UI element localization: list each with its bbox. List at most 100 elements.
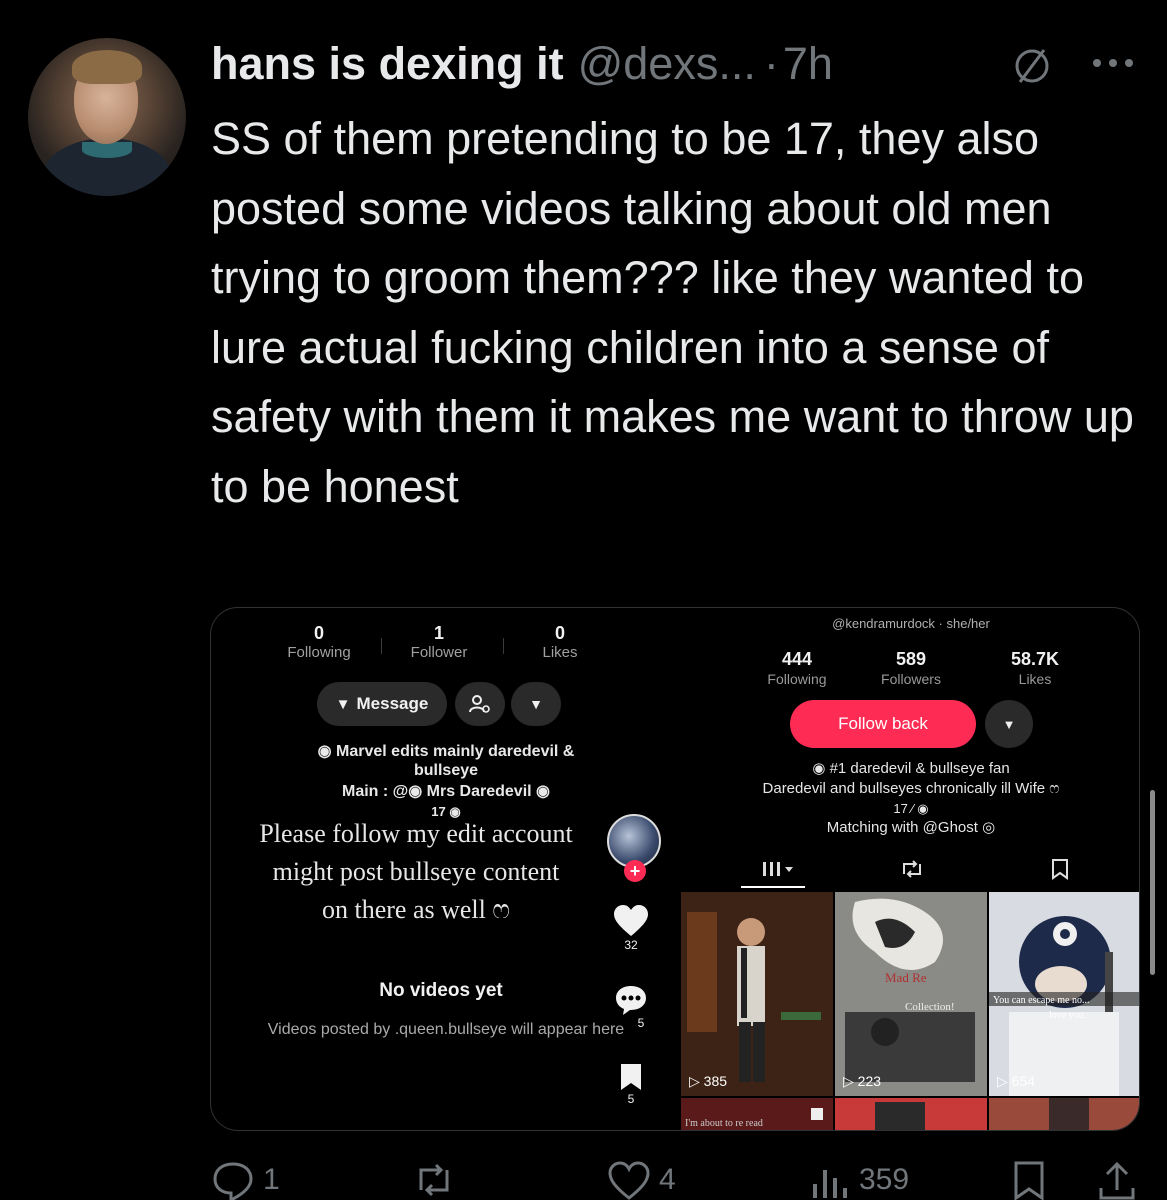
video-thumbnail: I'm about to re read	[681, 1098, 833, 1130]
video-preview	[835, 1098, 987, 1130]
stat-value: 58.7K	[1010, 649, 1060, 669]
video-thumbnail: ▷ 385	[681, 892, 833, 1096]
tweet-actions: 1 4 359	[211, 1160, 1141, 1200]
like-action: 32	[601, 904, 661, 952]
dropdown-button: ▼	[985, 700, 1033, 748]
view-count-value: 654	[1011, 1073, 1036, 1089]
bookmark-icon	[1014, 1161, 1044, 1200]
separator-dot: ·	[763, 38, 779, 89]
analytics-icon	[813, 1170, 847, 1198]
svg-text:Mad Re: Mad Re	[885, 970, 927, 985]
caret-down-icon: ▼	[529, 696, 543, 712]
bio-line: ◉ Marvel edits mainly daredevil &	[317, 743, 575, 760]
profile-handle: @kendramurdock · she/her	[832, 616, 990, 631]
add-friend-button	[455, 682, 505, 726]
stat-likes: 0 Likes	[500, 622, 620, 662]
views-button[interactable]: 359	[807, 1160, 909, 1200]
video-preview	[681, 892, 833, 1096]
stat-value: 0	[554, 623, 565, 643]
bookmark-button[interactable]	[1011, 1160, 1047, 1200]
bio-line: bullseye	[413, 762, 479, 779]
repost-tab-icon	[903, 860, 921, 878]
author-avatar[interactable]	[28, 38, 186, 196]
caption-line: might post bullseye content	[272, 857, 560, 886]
retweet-button[interactable]	[411, 1160, 465, 1200]
svg-text:Collection!: Collection!	[905, 1001, 955, 1013]
stat-followers: 1 Follower	[379, 622, 499, 662]
bookmark-icon	[621, 1064, 641, 1090]
caret-down-icon: ▼	[1002, 716, 1016, 732]
tweet-media[interactable]: 0 Following 1 Follower 0 Likes ▼ Message…	[210, 607, 1140, 1131]
view-count-value: 223	[857, 1073, 882, 1089]
grid-tab-icon	[763, 862, 793, 876]
stat-label: Followers	[881, 671, 941, 687]
stat-value: 0	[313, 623, 324, 643]
video-thumbnail	[989, 1098, 1139, 1130]
reply-button[interactable]: 1	[211, 1160, 280, 1200]
author-handle[interactable]: @dexs...	[578, 38, 756, 90]
like-count: 4	[659, 1163, 676, 1196]
stat-label: Likes	[1018, 671, 1052, 687]
stat-value: 1	[433, 623, 444, 643]
follow-back-button: Follow back	[790, 700, 976, 748]
bio-line: Main : @◉ Mrs Daredevil ◉	[341, 783, 550, 800]
stat-followers: 589 Followers	[851, 648, 971, 688]
scrollbar-thumb[interactable]	[1150, 790, 1155, 975]
bookmark-tab-icon	[1052, 859, 1068, 880]
stat-value: 589	[895, 649, 927, 669]
heart-icon	[614, 905, 648, 936]
dropdown-button: ▼	[511, 682, 561, 726]
share-button[interactable]	[1097, 1160, 1137, 1200]
empty-state-title: No videos yet	[379, 980, 503, 1001]
heart-icon	[608, 1161, 650, 1200]
share-icon	[1099, 1161, 1135, 1200]
stat-label: Following	[287, 644, 351, 661]
follow-plus-icon: +	[624, 860, 646, 882]
like-button[interactable]: 4	[607, 1160, 676, 1200]
retweet-icon	[419, 1163, 449, 1197]
message-button: ▼ Message	[317, 682, 447, 726]
stat-value: 444	[781, 649, 813, 669]
video-preview: I'm about to re read	[681, 1098, 833, 1130]
svg-text:I'm about to re read: I'm about to re read	[685, 1118, 763, 1129]
empty-state-subtitle: Videos posted by .queen.bullseye will ap…	[267, 1021, 625, 1038]
video-thumbnail	[835, 1098, 987, 1130]
active-tab-indicator	[741, 886, 805, 888]
view-count: ▷ 654	[997, 1073, 1036, 1089]
view-count: ▷ 223	[843, 1073, 882, 1089]
bio-line: ◉ #1 daredevil & bullseye fan	[812, 760, 1010, 777]
tweet-header: hans is dexing it @dexs... · 7h	[211, 36, 833, 92]
bio-line: 17 ⁄ ◉	[893, 801, 929, 816]
svg-text:You can escape me no...: You can escape me no...	[993, 995, 1089, 1006]
stat-likes: 58.7K Likes	[975, 648, 1095, 688]
stat-following: 0 Following	[259, 622, 379, 662]
bio-line: Matching with @Ghost ◎	[826, 819, 996, 836]
save-action: 5	[601, 1062, 661, 1106]
stat-label: Follower	[410, 644, 468, 661]
reply-icon	[213, 1162, 253, 1200]
video-preview	[989, 1098, 1139, 1130]
video-thumbnail: You can escape me no... love you. ▷ 654	[989, 892, 1139, 1096]
tweet-text: SS of them pretending to be 17, they als…	[211, 113, 1134, 512]
comment-count: 5	[637, 1016, 645, 1030]
message-label: Message	[356, 694, 429, 713]
profile-tabs	[681, 854, 1139, 888]
right-profile-screenshot: @kendramurdock · she/her 444 Following 5…	[681, 608, 1139, 1130]
svg-text:love you.: love you.	[1049, 1010, 1086, 1021]
stat-label: Following	[767, 671, 827, 687]
caption-line: on there as well ෆ	[322, 895, 510, 924]
tweet-time[interactable]: 7h	[783, 38, 833, 90]
like-count: 32	[624, 938, 638, 952]
video-preview: Mad Re Collection!	[835, 892, 987, 1096]
left-profile-screenshot: 0 Following 1 Follower 0 Likes ▼ Message…	[211, 608, 681, 1130]
view-count: 359	[859, 1163, 910, 1196]
view-count: ▷ 385	[689, 1073, 728, 1089]
video-thumbnail: Mad Re Collection! ▷ 223	[835, 892, 987, 1096]
view-count-value: 385	[703, 1073, 728, 1089]
more-options-icon[interactable]	[1090, 56, 1136, 70]
author-name[interactable]: hans is dexing it	[211, 38, 564, 90]
reply-count: 1	[263, 1163, 280, 1196]
stat-label: Likes	[542, 644, 578, 661]
caption-line: Please follow my edit account	[259, 819, 573, 848]
video-preview: You can escape me no... love you.	[989, 892, 1139, 1096]
